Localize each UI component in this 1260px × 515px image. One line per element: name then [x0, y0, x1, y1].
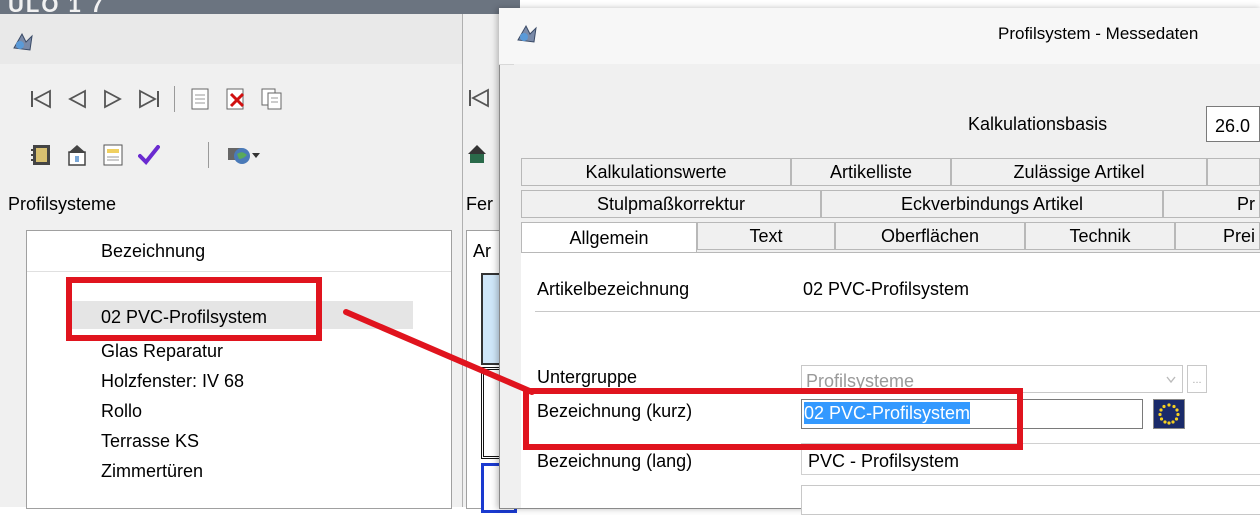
annotation-box-bezeichnung-kurz [523, 388, 1023, 450]
